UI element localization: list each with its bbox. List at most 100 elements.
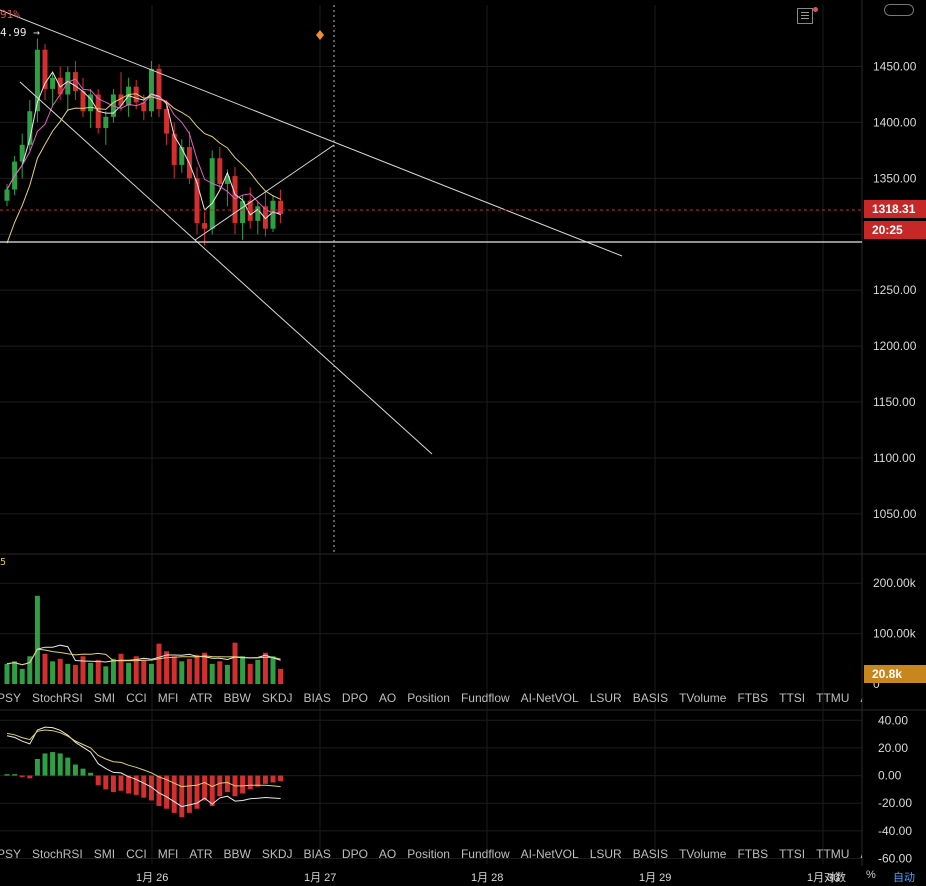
tab-bbw[interactable]: BBW [224, 691, 251, 705]
oscillator-bar [72, 764, 78, 776]
event-marker-icon [316, 30, 324, 40]
indicator-tabs-top: PSY StochRSI SMI CCI MFI ATR BBW SKDJ BIAS DPO AO P… [0, 686, 862, 710]
tab-stochrsi[interactable]: StochRSI [32, 847, 83, 861]
oscillator-bar [141, 775, 147, 798]
tab-ttsi[interactable]: TTSI [779, 691, 805, 705]
tab-ai-bsi[interactable]: AI-BSI [860, 847, 862, 861]
candle [179, 147, 185, 165]
y-tick-label: 100.00k [873, 627, 917, 641]
tab-bias[interactable]: BIAS [304, 691, 331, 705]
tab-skdj[interactable]: SKDJ [262, 847, 293, 861]
tab-position[interactable]: Position [407, 847, 450, 861]
tab-mfi[interactable]: MFI [158, 691, 179, 705]
time-axis-bar: % 自动 [0, 866, 926, 886]
tab-ftbs[interactable]: FTBS [737, 847, 768, 861]
tab-atr[interactable]: ATR [189, 847, 212, 861]
volume-bar [255, 659, 261, 684]
volume-bar [72, 664, 78, 684]
oscillator-bar [179, 775, 185, 818]
top-left-percent: 91% [0, 8, 20, 21]
oscillator-bar [95, 775, 101, 786]
oscillator-bar [42, 753, 48, 776]
candle [4, 189, 10, 201]
tab-tvolume[interactable]: TVolume [679, 847, 726, 861]
indicator-tabs-bottom: PSY StochRSI SMI CCI MFI ATR BBW SKDJ BIAS DPO AO P… [0, 842, 862, 866]
tab-dpo[interactable]: DPO [342, 691, 368, 705]
toggle-icon[interactable] [884, 4, 914, 16]
tab-bias[interactable]: BIAS [304, 847, 331, 861]
tab-ao[interactable]: AO [379, 847, 396, 861]
tab-position[interactable]: Position [407, 691, 450, 705]
tab-lsur[interactable]: LSUR [590, 691, 622, 705]
oscillator-bar [247, 775, 253, 790]
y-tick-label: 1100.00 [873, 451, 916, 465]
tab-basis[interactable]: BASIS [633, 847, 668, 861]
candle [270, 200, 276, 229]
oscillator-bar [202, 775, 208, 801]
y-tick-label: 1450.00 [873, 60, 917, 74]
tab-stochrsi[interactable]: StochRSI [32, 691, 83, 705]
tab-ai-netvol[interactable]: AI-NetVOL [521, 691, 579, 705]
oscillator-bar [278, 775, 284, 782]
tab-tvolume[interactable]: TVolume [679, 691, 726, 705]
volume-bar [156, 643, 162, 684]
oscillator-bar [186, 775, 192, 813]
last-price-tag: 1318.31 [864, 200, 926, 218]
oscillator-bar [270, 775, 276, 783]
y-tick-label: 1200.00 [873, 339, 917, 353]
chart-canvas[interactable]: 1450.001400.001350.001300.001250.001200.… [0, 0, 926, 886]
percent-button[interactable]: % [866, 869, 876, 881]
auto-scale-button[interactable]: 自动 [893, 869, 915, 885]
tab-skdj[interactable]: SKDJ [262, 691, 293, 705]
candle [50, 77, 56, 89]
volume-bar [110, 658, 116, 684]
volume-bar [186, 658, 192, 684]
volume-bar [19, 668, 25, 684]
y-tick-label: 1050.00 [873, 507, 917, 521]
tab-basis[interactable]: BASIS [633, 691, 668, 705]
oscillator-bar [65, 757, 71, 776]
oscillator-bar [209, 775, 215, 806]
tab-bbw[interactable]: BBW [224, 847, 251, 861]
y-tick-label: 40.00 [878, 713, 908, 727]
volume-bar [179, 661, 185, 684]
tab-fundflow[interactable]: Fundflow [461, 691, 510, 705]
volume-bar [34, 595, 40, 684]
tab-ai-netvol[interactable]: AI-NetVOL [521, 847, 579, 861]
oscillator-bar [19, 775, 25, 777]
y-tick-label: -60.00 [878, 851, 912, 865]
tab-ao[interactable]: AO [379, 691, 396, 705]
tab-ttmu[interactable]: TTMU [816, 847, 849, 861]
volume-bar [240, 656, 246, 684]
tab-ftbs[interactable]: FTBS [737, 691, 768, 705]
tab-atr[interactable]: ATR [189, 691, 212, 705]
tab-psy[interactable]: PSY [0, 847, 21, 861]
volume-bar [141, 659, 147, 684]
tab-smi[interactable]: SMI [94, 691, 115, 705]
oscillator-bar [217, 775, 223, 797]
tab-ttsi[interactable]: TTSI [779, 847, 805, 861]
candle [103, 116, 109, 129]
volume-bar [118, 653, 124, 684]
tab-psy[interactable]: PSY [0, 691, 21, 705]
tab-cci[interactable]: CCI [126, 847, 147, 861]
candle [232, 176, 238, 224]
tab-smi[interactable]: SMI [94, 847, 115, 861]
notes-icon[interactable] [797, 8, 813, 24]
volume-bar [65, 663, 71, 684]
oscillator-bar [126, 775, 132, 794]
tab-lsur[interactable]: LSUR [590, 847, 622, 861]
oscillator-bar [118, 775, 124, 791]
volume-bar [4, 663, 10, 684]
tab-ttmu[interactable]: TTMU [816, 691, 849, 705]
oscillator-bar [156, 775, 162, 806]
tab-cci[interactable]: CCI [126, 691, 147, 705]
tab-ai-bsi[interactable]: AI-BSI [860, 691, 862, 705]
tab-fundflow[interactable]: Fundflow [461, 847, 510, 861]
candle [255, 206, 261, 221]
tab-dpo[interactable]: DPO [342, 847, 368, 861]
volume-bar [270, 656, 276, 684]
trendline-upper [0, 9, 623, 257]
tab-mfi[interactable]: MFI [158, 847, 179, 861]
oscillator-bar [12, 774, 18, 776]
